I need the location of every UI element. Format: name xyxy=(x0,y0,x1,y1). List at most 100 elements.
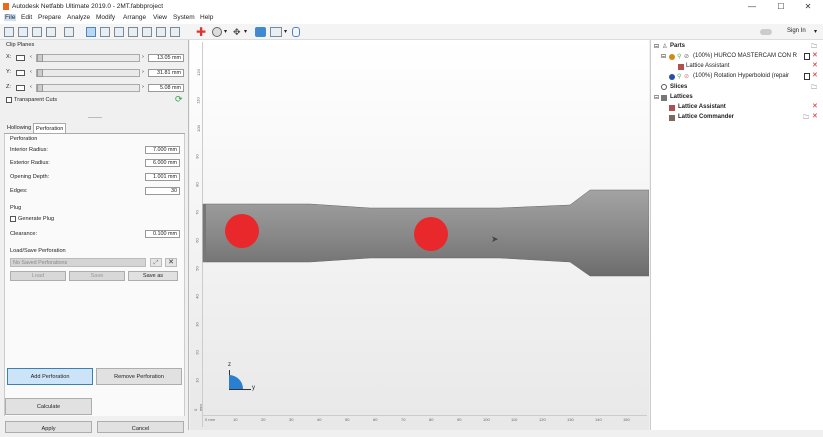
add-part-icon[interactable]: ✚ xyxy=(196,26,206,38)
folder-icon[interactable]: 🗀 xyxy=(811,83,817,93)
transparent-cuts-checkbox[interactable] xyxy=(6,97,12,103)
tree-parts[interactable]: Parts xyxy=(670,43,685,49)
sign-in-link[interactable]: Sign In xyxy=(787,28,806,34)
refresh-icon[interactable]: ⟳ xyxy=(175,95,183,104)
close-button[interactable]: ✕ xyxy=(802,2,814,11)
print-preview-icon[interactable] xyxy=(64,27,74,37)
chevron-left-icon[interactable]: ‹ xyxy=(30,69,32,75)
chevron-left-icon[interactable]: ‹ xyxy=(30,54,32,60)
tree-expander[interactable]: ⊟ xyxy=(654,43,659,50)
tab-perforation[interactable]: Perforation xyxy=(33,123,67,133)
splitter-grip[interactable] xyxy=(88,117,102,118)
export-icon[interactable] xyxy=(32,27,42,37)
part-checkbox[interactable] xyxy=(804,73,810,80)
perforation-marker[interactable] xyxy=(414,217,448,251)
menu-file[interactable]: File xyxy=(4,14,17,21)
remove-lattice-icon[interactable]: ✕ xyxy=(812,61,818,69)
tree-slices[interactable]: Slices xyxy=(670,84,687,90)
chevron-down-icon[interactable]: ▾ xyxy=(284,28,287,35)
clip-x-slider[interactable] xyxy=(36,54,140,62)
menu-view[interactable]: View xyxy=(153,14,167,21)
clip-x-toggle[interactable] xyxy=(16,55,25,61)
slider-thumb[interactable] xyxy=(37,84,43,92)
menu-modify[interactable]: Modify xyxy=(96,14,115,21)
tree-expander[interactable]: ⊟ xyxy=(661,53,666,60)
perforation-marker[interactable] xyxy=(225,214,259,248)
cancel-button[interactable]: Cancel xyxy=(97,421,184,433)
slider-thumb[interactable] xyxy=(37,54,43,62)
open-icon[interactable] xyxy=(4,27,14,37)
remove-lattice-icon[interactable]: ✕ xyxy=(812,102,818,110)
opening-depth-input[interactable]: 1.001 mm xyxy=(145,173,180,181)
view-left-icon[interactable] xyxy=(114,27,124,37)
menu-analyze[interactable]: Analyze xyxy=(67,14,90,21)
tab-hollowing[interactable]: Hollowing xyxy=(5,123,33,133)
menu-system[interactable]: System xyxy=(173,14,195,21)
exterior-radius-input[interactable]: 6.000 mm xyxy=(145,159,180,167)
clip-x-input[interactable]: 13.05 mm xyxy=(148,54,184,62)
menu-edit[interactable]: Edit xyxy=(21,14,32,21)
calculate-button[interactable]: Calculate xyxy=(5,398,92,415)
edges-input[interactable]: 30 xyxy=(145,187,180,195)
part-checkbox[interactable] xyxy=(804,53,810,60)
print-icon[interactable] xyxy=(46,27,56,37)
tree-expander[interactable]: ⊟ xyxy=(654,94,659,101)
chevron-down-icon[interactable]: ▾ xyxy=(244,28,247,35)
clip-z-toggle[interactable] xyxy=(16,85,25,91)
load-button[interactable]: Load xyxy=(10,271,66,281)
view-front-icon[interactable] xyxy=(86,27,96,37)
clip-y-toggle[interactable] xyxy=(16,70,25,76)
tree-lattice-commander[interactable]: Lattice Commander xyxy=(678,114,734,120)
cube-icon[interactable] xyxy=(255,27,266,37)
chevron-down-icon[interactable]: ▾ xyxy=(224,28,227,35)
menu-arrange[interactable]: Arrange xyxy=(123,14,146,21)
view-top-icon[interactable] xyxy=(142,27,152,37)
folder-icon[interactable]: 🗀 xyxy=(803,113,809,123)
tree-part-1[interactable]: (100%) HURCO MASTERCAM CON R xyxy=(693,53,797,59)
clearance-input[interactable]: 0.100 mm xyxy=(145,230,180,238)
saved-perforations-select[interactable]: No Saved Perforations xyxy=(10,258,146,267)
interior-radius-input[interactable]: 7.000 mm xyxy=(145,146,180,154)
rename-icon[interactable]: ⤢ xyxy=(150,258,162,267)
chevron-right-icon[interactable]: › xyxy=(142,84,144,90)
clip-z-slider[interactable] xyxy=(36,84,140,92)
slider-thumb[interactable] xyxy=(37,69,43,77)
maximize-button[interactable]: ☐ xyxy=(775,2,787,11)
view-right-icon[interactable] xyxy=(128,27,138,37)
menu-help[interactable]: Help xyxy=(200,14,213,21)
view-bottom-icon[interactable] xyxy=(156,27,166,37)
tree-lattice-assistant-child[interactable]: Lattice Assistant xyxy=(686,63,729,69)
clip-y-slider[interactable] xyxy=(36,69,140,77)
remove-lattice-icon[interactable]: ✕ xyxy=(812,112,818,120)
add-perforation-button[interactable]: Add Perforation xyxy=(7,368,93,385)
remove-perforation-button[interactable]: Remove Perforation xyxy=(96,368,182,385)
lock-icon[interactable]: ⊘ xyxy=(684,73,689,80)
minimize-button[interactable]: — xyxy=(746,2,758,11)
save-as-button[interactable]: Save as xyxy=(128,271,178,281)
select-icon[interactable] xyxy=(212,27,222,37)
generate-plug-checkbox[interactable] xyxy=(10,216,16,222)
delete-icon[interactable]: ✕ xyxy=(165,258,177,267)
tree-lattice-assistant[interactable]: Lattice Assistant xyxy=(678,104,726,110)
chevron-right-icon[interactable]: › xyxy=(142,69,144,75)
move-icon[interactable]: ✥ xyxy=(233,27,241,37)
clip-z-input[interactable]: 5.08 mm xyxy=(148,84,184,92)
remove-part-icon[interactable]: ✕ xyxy=(812,71,818,79)
clip-y-input[interactable]: 31.81 mm xyxy=(148,69,184,77)
chevron-down-icon[interactable]: ▾ xyxy=(814,28,817,35)
shield-icon[interactable] xyxy=(292,27,300,37)
tree-lattices[interactable]: Lattices xyxy=(670,94,693,100)
tree-part-2[interactable]: (100%) Rotation Hyperboloid (repair xyxy=(693,73,789,79)
view-back-icon[interactable] xyxy=(100,27,110,37)
chevron-left-icon[interactable]: ‹ xyxy=(30,84,32,90)
pin-icon[interactable]: ⚲ xyxy=(677,53,681,60)
view-iso-icon[interactable] xyxy=(170,27,180,37)
pin-icon[interactable]: ⚲ xyxy=(677,73,681,80)
menu-prepare[interactable]: Prepare xyxy=(38,14,61,21)
remove-part-icon[interactable]: ✕ xyxy=(812,51,818,59)
lock-icon[interactable]: ⊘ xyxy=(684,53,689,60)
chevron-right-icon[interactable]: › xyxy=(142,54,144,60)
apply-button[interactable]: Apply xyxy=(5,421,92,433)
save-icon[interactable] xyxy=(18,27,28,37)
measure-icon[interactable] xyxy=(270,27,282,37)
